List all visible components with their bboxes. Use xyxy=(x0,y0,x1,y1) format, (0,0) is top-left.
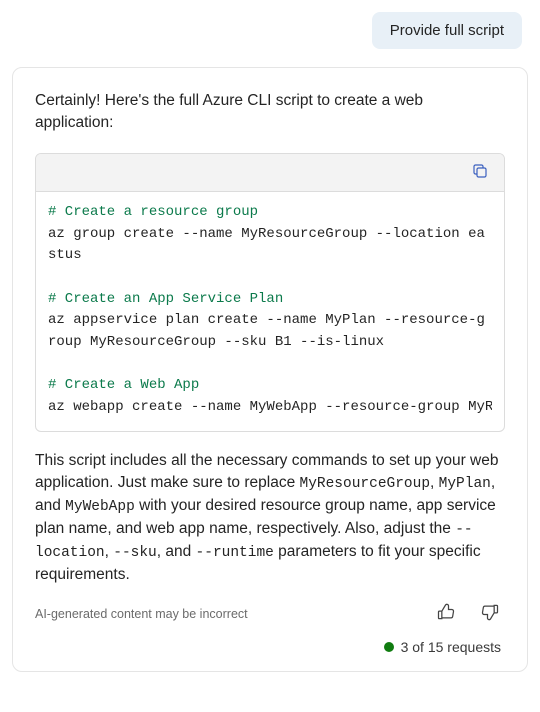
ai-disclaimer: AI-generated content may be incorrect xyxy=(35,607,248,621)
thumbs-down-button[interactable] xyxy=(475,599,505,629)
code-comment: # Create an App Service Plan xyxy=(48,291,283,307)
code-block-header xyxy=(36,154,504,192)
assistant-response-card: Certainly! Here's the full Azure CLI scr… xyxy=(12,67,528,672)
thumbs-down-icon xyxy=(480,602,500,625)
code-line: az group create --name MyResourceGroup -… xyxy=(48,224,492,267)
thumbs-up-button[interactable] xyxy=(431,599,461,629)
user-message-bubble: Provide full script xyxy=(372,12,522,49)
outro-text: This script includes all the necessary c… xyxy=(35,450,505,587)
code-content: # Create a resource group az group create… xyxy=(36,192,504,431)
inline-code: MyWebApp xyxy=(65,499,135,515)
feedback-buttons xyxy=(431,599,505,629)
inline-code: --sku xyxy=(113,545,157,561)
status-text: 3 of 15 requests xyxy=(401,639,501,655)
status-dot-icon xyxy=(384,642,394,652)
copy-icon xyxy=(471,162,489,183)
code-block: # Create a resource group az group create… xyxy=(35,153,505,432)
inline-code: --runtime xyxy=(196,545,274,561)
code-comment: # Create a Web App xyxy=(48,377,199,393)
intro-text: Certainly! Here's the full Azure CLI scr… xyxy=(35,90,505,135)
code-comment: # Create a resource group xyxy=(48,204,258,220)
user-message-text: Provide full script xyxy=(390,22,504,39)
code-line: az webapp create --name MyWebApp --resou… xyxy=(48,397,492,419)
thumbs-up-icon xyxy=(436,602,456,625)
request-status: 3 of 15 requests xyxy=(35,639,505,655)
inline-code: MyResourceGroup xyxy=(300,476,431,492)
response-footer: AI-generated content may be incorrect xyxy=(35,599,505,629)
copy-button[interactable] xyxy=(466,158,494,186)
inline-code: MyPlan xyxy=(439,476,491,492)
code-line: az appservice plan create --name MyPlan … xyxy=(48,310,492,353)
